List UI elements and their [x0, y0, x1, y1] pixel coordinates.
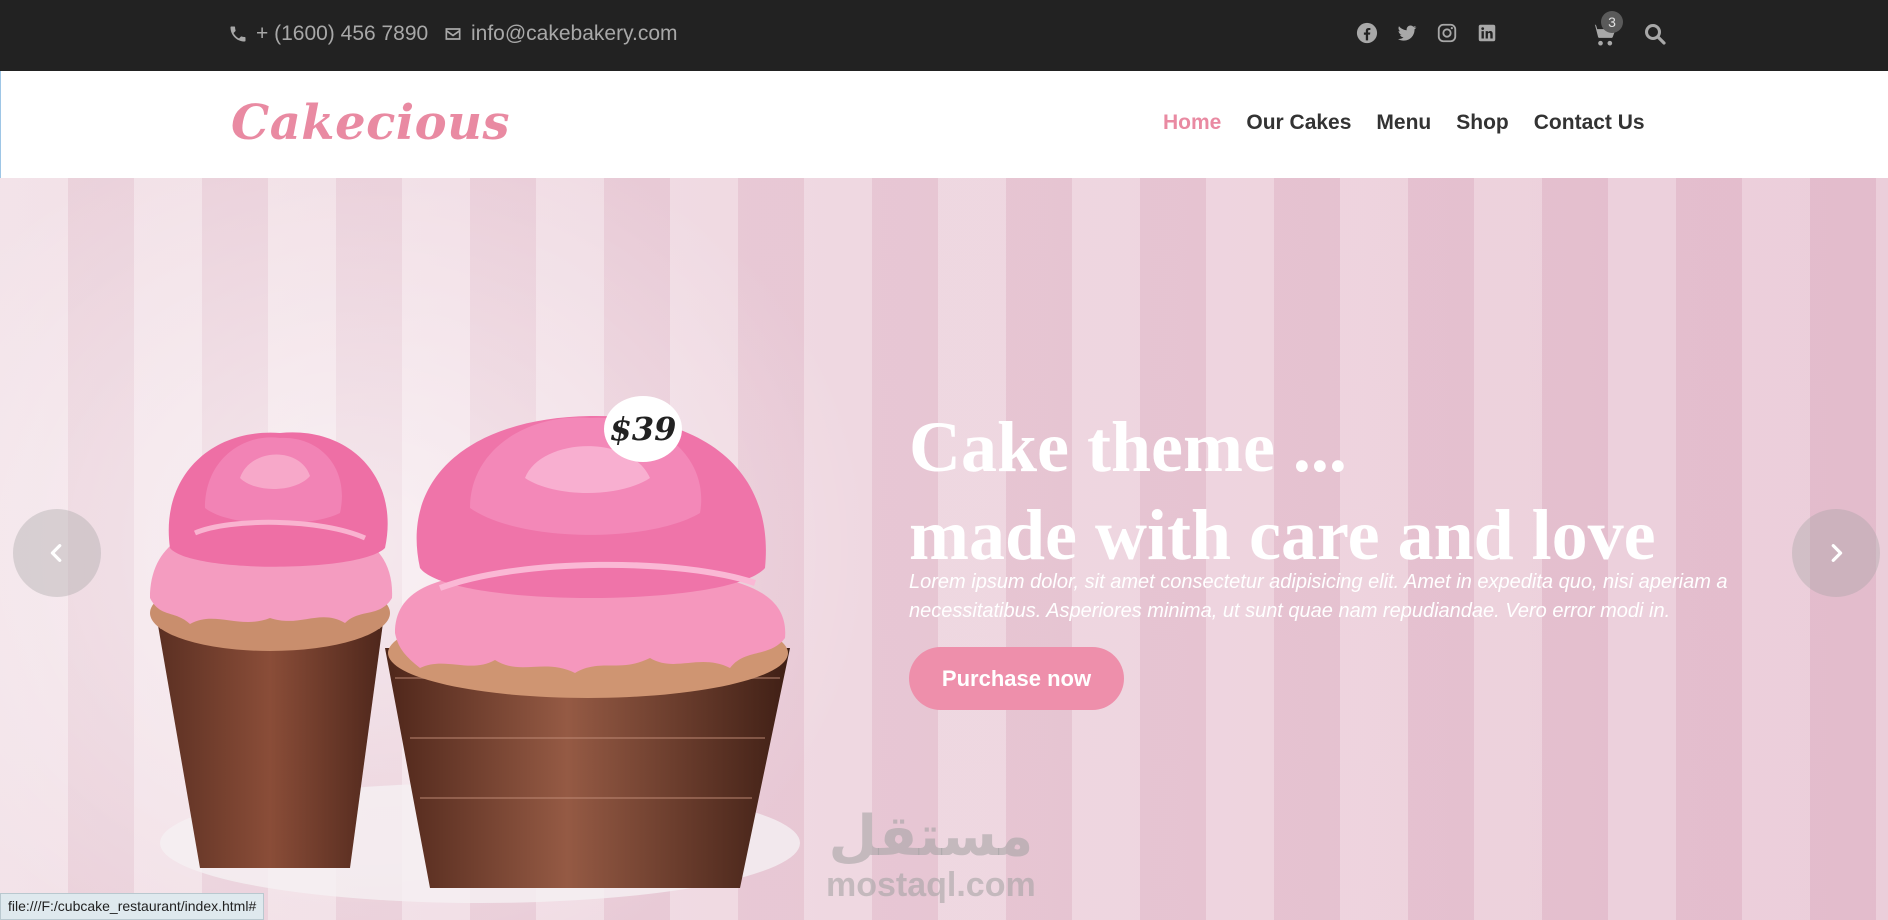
- email-address: info@cakebakery.com: [471, 22, 678, 45]
- cart-count-badge: 3: [1601, 11, 1623, 33]
- watermark-latin: mostaql.com: [826, 866, 1036, 904]
- hero-title: Cake theme ... made with care and love: [909, 403, 1656, 579]
- hero-slider: $39 Cake theme ... made with care and lo…: [0, 178, 1888, 920]
- social-links: [1356, 22, 1498, 44]
- phone-icon: [230, 26, 246, 42]
- nav-item-our-cakes[interactable]: Our Cakes: [1246, 111, 1351, 135]
- nav-item-contact-us[interactable]: Contact Us: [1534, 111, 1645, 135]
- slider-prev-button[interactable]: [13, 509, 101, 597]
- envelope-icon: [445, 28, 461, 40]
- cupcakes-image: [0, 178, 860, 920]
- email-contact[interactable]: info@cakebakery.com: [443, 22, 678, 46]
- nav-item-menu[interactable]: Menu: [1376, 111, 1431, 135]
- hero-title-line-1: Cake theme ...: [909, 407, 1347, 487]
- purchase-now-button[interactable]: Purchase now: [909, 647, 1124, 710]
- nav-item-home[interactable]: Home: [1163, 111, 1221, 135]
- chevron-right-icon: [1831, 544, 1843, 562]
- top-bar: + (1600) 456 7890 info@cakebakery.com 3: [0, 0, 1888, 71]
- site-logo[interactable]: Cakecious: [231, 95, 510, 151]
- hero-description: Lorem ipsum dolor, sit amet consectetur …: [909, 571, 1728, 622]
- mostaql-watermark: مستقل mostaql.com: [826, 804, 1036, 904]
- slider-next-button[interactable]: [1792, 509, 1880, 597]
- main-navbar: Cakecious Home Our Cakes Menu Shop Conta…: [0, 71, 1888, 178]
- search-icon[interactable]: [1643, 22, 1667, 46]
- phone-contact[interactable]: + (1600) 456 7890: [228, 22, 428, 46]
- watermark-arabic: مستقل: [828, 804, 1034, 869]
- main-nav: Home Our Cakes Menu Shop Contact Us: [1163, 111, 1645, 135]
- browser-status-bar: file:///F:/cubcake_restaurant/index.html…: [0, 893, 265, 920]
- twitter-icon[interactable]: [1396, 22, 1418, 44]
- price-tag: $39: [604, 396, 682, 462]
- nav-item-shop[interactable]: Shop: [1456, 111, 1509, 135]
- hero-title-line-2: made with care and love: [909, 495, 1656, 575]
- instagram-icon[interactable]: [1436, 22, 1458, 44]
- linkedin-icon[interactable]: [1476, 22, 1498, 44]
- chevron-left-icon: [50, 544, 62, 562]
- facebook-icon[interactable]: [1356, 22, 1378, 44]
- phone-number: + (1600) 456 7890: [256, 22, 429, 45]
